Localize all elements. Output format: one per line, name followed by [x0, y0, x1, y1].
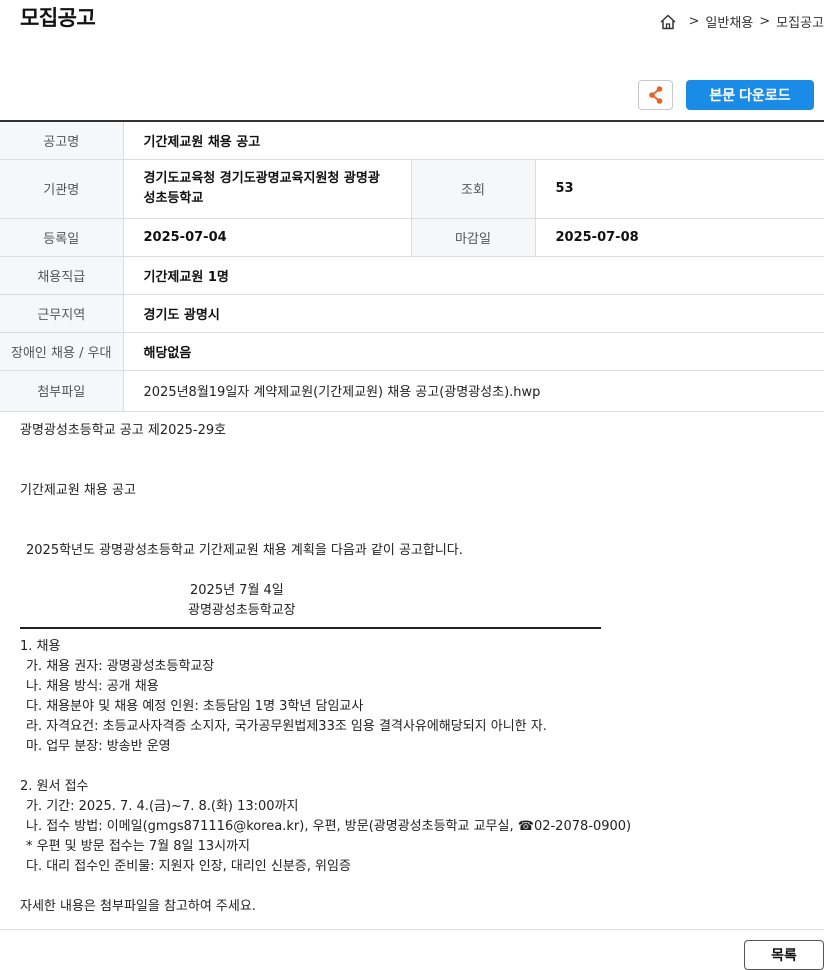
notice-name-label: 공고명: [0, 121, 124, 160]
table-row: 공고명 기간제교원 채용 공고: [0, 121, 824, 160]
breadcrumb-item-general-recruit[interactable]: 일반채용: [705, 12, 753, 31]
section-1-item: 다. 채용분야 및 채용 예정 인원: 초등담임 1명 3학년 담임교사: [26, 699, 364, 714]
section-2-item: 나. 접수 방법: 이메일(gmgs871116@korea.kr), 우편, …: [26, 819, 632, 834]
breadcrumb-item-recruit-notice[interactable]: 모집공고: [776, 12, 824, 31]
position-value: 기간제교원 1명: [123, 256, 824, 295]
table-row: 근무지역 경기도 광명시: [0, 294, 824, 333]
divider: [20, 627, 601, 629]
region-value: 경기도 광명시: [123, 294, 824, 333]
share-icon: [648, 86, 662, 104]
views-label: 조회: [410, 159, 536, 219]
notice-date: 2025년 7월 4일: [190, 583, 284, 598]
share-button[interactable]: [638, 80, 673, 110]
table-row: 첨부파일 2025년8월19일자 계약제교원(기간제교원) 채용 공고(광명광성…: [0, 370, 824, 412]
section-2-item: 다. 대리 접수인 준비물: 지원자 인장, 대리인 신분증, 위임증: [26, 859, 351, 874]
table-row: 장애인 채용 / 우대 해당없음: [0, 332, 824, 371]
section-1-item: 가. 채용 권자: 광명광성초등학교장: [26, 659, 215, 674]
section-2-item: 가. 기간: 2025. 7. 4.(금)~7. 8.(화) 13:00까지: [26, 799, 299, 814]
reg-date-label: 등록일: [0, 218, 124, 257]
breadcrumb-separator: >: [688, 14, 700, 29]
attachment-label: 첨부파일: [0, 370, 124, 412]
home-icon[interactable]: [659, 13, 677, 31]
notice-heading: 기간제교원 채용 공고: [20, 483, 136, 498]
table-row: 기관명 경기도교육청 경기도광명교육지원청 광명광성초등학교 조회 53: [0, 159, 824, 219]
notice-number: 광명광성초등학교 공고 제2025-29호: [20, 423, 227, 438]
disabled-label: 장애인 채용 / 우대: [0, 332, 124, 371]
section-1-item: 나. 채용 방식: 공개 채용: [26, 679, 159, 694]
section-2-title: 2. 원서 접수: [20, 779, 89, 794]
notice-signer: 광명광성초등학교장: [188, 603, 296, 618]
page-title: 모집공고: [20, 6, 96, 30]
notice-body: 광명광성초등학교 공고 제2025-29호 기간제교원 채용 공고 2025학년…: [20, 421, 820, 917]
disabled-value: 해당없음: [123, 332, 824, 371]
position-label: 채용직급: [0, 256, 124, 295]
notice-footer-text: 자세한 내용은 첨부파일을 참고하여 주세요.: [20, 899, 256, 914]
breadcrumb-separator: >: [759, 14, 771, 29]
table-row: 등록일 2025-07-04 마감일 2025-07-08: [0, 218, 824, 257]
deadline-label: 마감일: [410, 218, 536, 257]
list-button[interactable]: 목록: [744, 940, 824, 970]
notice-intro: 2025학년도 광명광성초등학교 기간제교원 채용 계획을 다음과 같이 공고합…: [26, 543, 463, 558]
divider: [0, 929, 824, 930]
section-1-item: 라. 자격요건: 초등교사자격증 소지자, 국가공무원법제33조 임용 결격사유…: [26, 719, 547, 734]
table-row: 채용직급 기간제교원 1명: [0, 256, 824, 295]
views-value: 53: [535, 159, 824, 219]
section-1-item: 마. 업무 분장: 방송반 운영: [26, 739, 171, 754]
breadcrumb: > 일반채용 > 모집공고: [659, 12, 824, 31]
section-1-title: 1. 채용: [20, 639, 61, 654]
notice-name-value: 기간제교원 채용 공고: [123, 121, 824, 160]
section-2-note: * 우편 및 방문 접수는 7월 8일 13시까지: [26, 839, 250, 854]
attachment-link[interactable]: 2025년8월19일자 계약제교원(기간제교원) 채용 공고(광명광성초).hw…: [123, 370, 824, 412]
org-value: 경기도교육청 경기도광명교육지원청 광명광성초등학교: [123, 159, 411, 219]
deadline-value: 2025-07-08: [535, 218, 824, 257]
org-label: 기관명: [0, 159, 124, 219]
reg-date-value: 2025-07-04: [123, 218, 411, 257]
region-label: 근무지역: [0, 294, 124, 333]
download-body-button[interactable]: 본문 다운로드: [686, 80, 814, 110]
notice-info-table: 공고명 기간제교원 채용 공고 기관명 경기도교육청 경기도광명교육지원청 광명…: [0, 120, 824, 412]
